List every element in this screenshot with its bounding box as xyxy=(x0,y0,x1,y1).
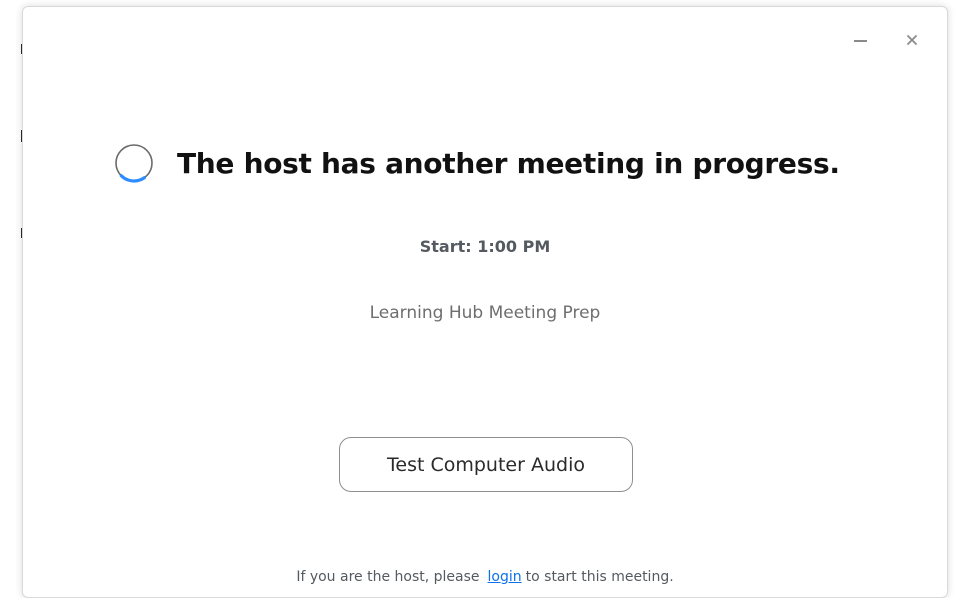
loading-spinner-icon xyxy=(115,144,153,183)
waiting-for-host-dialog: The host has another meeting in progress… xyxy=(22,6,948,598)
close-button[interactable] xyxy=(901,29,923,51)
host-login-prompt: If you are the host, please login to start… xyxy=(23,569,947,585)
page-title: The host has another meeting in progress… xyxy=(177,146,840,180)
minimize-icon xyxy=(853,40,867,42)
host-login-prompt-suffix: to start this meeting. xyxy=(525,569,674,585)
close-icon xyxy=(906,34,918,46)
meeting-topic: Learning Hub Meeting Prep xyxy=(369,303,601,323)
minimize-button[interactable] xyxy=(849,29,871,51)
status-heading-row: The host has another meeting in progress… xyxy=(113,135,840,191)
test-computer-audio-button[interactable]: Test Computer Audio xyxy=(339,437,633,492)
host-login-prompt-prefix: If you are the host, please xyxy=(296,569,480,585)
login-link[interactable]: login xyxy=(488,569,522,585)
meeting-start-time: Start: 1:00 PM xyxy=(419,237,551,256)
